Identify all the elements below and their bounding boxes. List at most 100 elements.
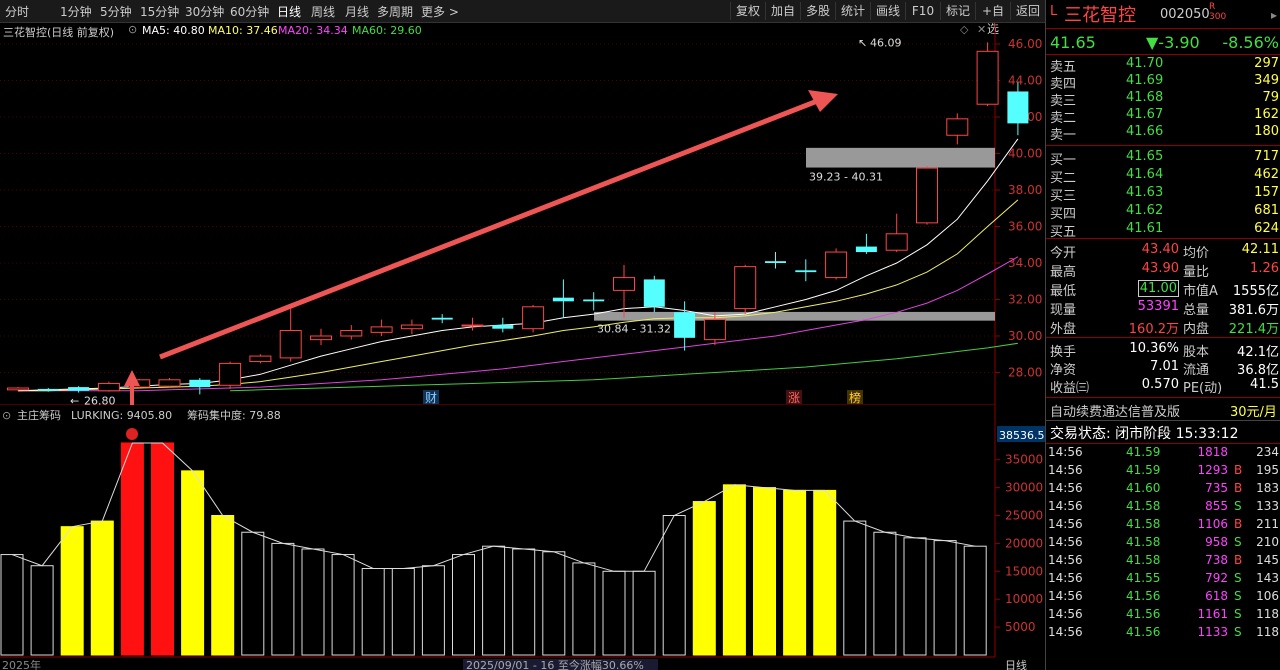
add-watchlist-button[interactable]: +自选 bbox=[975, 2, 1010, 36]
price-change: ▼-3.90 bbox=[1146, 33, 1200, 52]
draw-line-button[interactable]: 画线 bbox=[870, 2, 905, 20]
indicator-title: 主庄筹码 bbox=[17, 408, 61, 422]
bang-marker[interactable]: 榜 bbox=[849, 390, 861, 405]
chip-bar bbox=[120, 442, 144, 656]
period-tab-15min[interactable]: 15分钟 bbox=[140, 3, 179, 20]
ask-price: 41.68 bbox=[1126, 90, 1164, 105]
chip-bar bbox=[421, 565, 445, 656]
period-tab-daily[interactable]: 日线 bbox=[277, 3, 301, 20]
period-tab-monthly[interactable]: 月线 bbox=[345, 3, 369, 20]
ask-volume: 180 bbox=[1254, 124, 1279, 139]
chip-bar bbox=[90, 520, 114, 656]
period-tab-5min[interactable]: 5分钟 bbox=[100, 3, 132, 20]
tick-time: 14:56 bbox=[1048, 625, 1083, 639]
tick-time: 14:56 bbox=[1048, 445, 1083, 459]
ma-settings-icon[interactable]: ⊙ bbox=[128, 23, 137, 36]
stat-label: 量比 bbox=[1183, 265, 1210, 280]
period-tab-fenshi[interactable]: 分时 bbox=[5, 3, 29, 20]
tick-volume: 1106 bbox=[1197, 517, 1228, 531]
candle-body bbox=[461, 324, 484, 327]
back-button[interactable]: 返回 bbox=[1010, 2, 1045, 20]
stat-label: 收益㈢ bbox=[1050, 381, 1090, 396]
ask-label: 卖一 bbox=[1050, 128, 1077, 143]
chip-bar bbox=[452, 554, 475, 656]
indicator-settings-icon[interactable]: ⊙ bbox=[2, 409, 11, 422]
tick-count: 145 bbox=[1256, 553, 1279, 567]
ad-banner[interactable]: 自动续费通达信普及版 bbox=[1050, 401, 1180, 420]
ask-price: 41.66 bbox=[1126, 124, 1164, 139]
tick-volume: 792 bbox=[1205, 571, 1228, 585]
stat-value: 381.6万 bbox=[1228, 303, 1279, 318]
fuquan-button[interactable]: 复权 bbox=[730, 2, 765, 20]
candle-body bbox=[310, 335, 332, 341]
stats-button[interactable]: 统计 bbox=[835, 2, 870, 20]
tick-time: 14:56 bbox=[1048, 517, 1083, 531]
stat-value: 43.90 bbox=[1141, 261, 1179, 276]
tick-volume: 855 bbox=[1205, 499, 1228, 513]
chip-bar bbox=[0, 554, 24, 656]
stat-label: 流通 bbox=[1183, 363, 1210, 378]
tick-time: 14:56 bbox=[1048, 589, 1083, 603]
period-tab-more[interactable]: 更多 > bbox=[421, 3, 459, 20]
add-custom-button[interactable]: 加自 bbox=[765, 2, 800, 20]
tick-price: 41.58 bbox=[1126, 553, 1161, 567]
chip-bar bbox=[632, 570, 656, 656]
tick-side: S bbox=[1234, 625, 1242, 639]
stat-value: 160.2万 bbox=[1128, 322, 1179, 337]
stat-label: 市值A bbox=[1183, 284, 1218, 299]
close-icon[interactable]: ✕ bbox=[977, 23, 986, 36]
ask-volume: 349 bbox=[1254, 73, 1279, 88]
rzrq-badge: R bbox=[1209, 2, 1216, 12]
tick-count: 106 bbox=[1256, 589, 1279, 603]
candle-body bbox=[340, 330, 363, 337]
period-tab-1min[interactable]: 1分钟 bbox=[60, 3, 92, 20]
expand-icon[interactable]: ◇ bbox=[960, 23, 968, 36]
quote-panel: L 三花智控 002050 R 300 ▸ 41.65 ▼-3.90 -8.56% 卖五 41.70… bbox=[1045, 0, 1280, 670]
chip-bar bbox=[602, 570, 626, 656]
ad-price[interactable]: 30元/月 bbox=[1230, 401, 1277, 420]
ask-volume: 79 bbox=[1262, 90, 1279, 105]
chip-bar bbox=[843, 520, 867, 656]
period-tab-60min[interactable]: 60分钟 bbox=[230, 3, 269, 20]
indicator-chart[interactable]: ⊙ 主庄筹码 LURKING: 9405.80 筹码集中度: 79.88 38536.5… bbox=[0, 405, 1045, 670]
price-change-pct: -8.56% bbox=[1222, 33, 1279, 52]
ask-volume: 162 bbox=[1254, 107, 1279, 122]
tick-side: B bbox=[1234, 481, 1243, 495]
candle-body bbox=[795, 270, 817, 273]
chip-bar bbox=[331, 554, 355, 656]
period-tab-multi[interactable]: 多周期 bbox=[377, 3, 413, 20]
tick-side: S bbox=[1234, 535, 1242, 549]
bid-price: 41.61 bbox=[1126, 221, 1164, 236]
bid-label: 买二 bbox=[1050, 171, 1077, 186]
tick-count: 195 bbox=[1256, 463, 1279, 477]
date-cursor-label: 2025/09/01 - 16 至今涨幅30.66% bbox=[466, 658, 644, 670]
zhang-marker[interactable]: 涨 bbox=[788, 390, 800, 405]
panel-toggle-icon[interactable]: ▸ bbox=[1271, 8, 1277, 22]
ask-price: 41.69 bbox=[1126, 73, 1164, 88]
stat-label: 最低 bbox=[1050, 284, 1077, 299]
stat-label: 换手 bbox=[1050, 345, 1077, 360]
f10-button[interactable]: F10 bbox=[905, 2, 940, 20]
tick-volume: 1818 bbox=[1197, 445, 1228, 459]
mark-button[interactable]: 标记 bbox=[940, 2, 975, 20]
chip-bar bbox=[783, 489, 807, 656]
chip-bar bbox=[542, 551, 566, 656]
tick-count: 118 bbox=[1256, 625, 1279, 639]
bid-price: 41.63 bbox=[1126, 185, 1164, 200]
tick-side: B bbox=[1234, 463, 1243, 477]
stock-name: 三花智控 bbox=[1064, 5, 1136, 26]
cai-marker[interactable]: 财 bbox=[425, 391, 437, 405]
period-tab-30min[interactable]: 30分钟 bbox=[185, 3, 224, 20]
bid-label: 买四 bbox=[1050, 207, 1077, 222]
kline-chart[interactable]: 46.0044.0042.0040.0038.0036.0034.0032.00… bbox=[0, 22, 1045, 405]
candle-body bbox=[825, 251, 848, 279]
period-tab-weekly[interactable]: 周线 bbox=[311, 3, 335, 20]
tick-side: B bbox=[1234, 553, 1243, 567]
bid-volume: 717 bbox=[1254, 149, 1279, 164]
chip-bar bbox=[301, 548, 325, 656]
tick-price: 41.55 bbox=[1126, 571, 1161, 585]
tick-price: 41.56 bbox=[1126, 607, 1161, 621]
multi-stock-button[interactable]: 多股 bbox=[800, 2, 835, 20]
period-toolbar: 分时 1分钟 5分钟 15分钟 30分钟 60分钟 日线 周线 月线 多周期 更… bbox=[0, 0, 1045, 36]
chip-bar bbox=[60, 526, 84, 656]
